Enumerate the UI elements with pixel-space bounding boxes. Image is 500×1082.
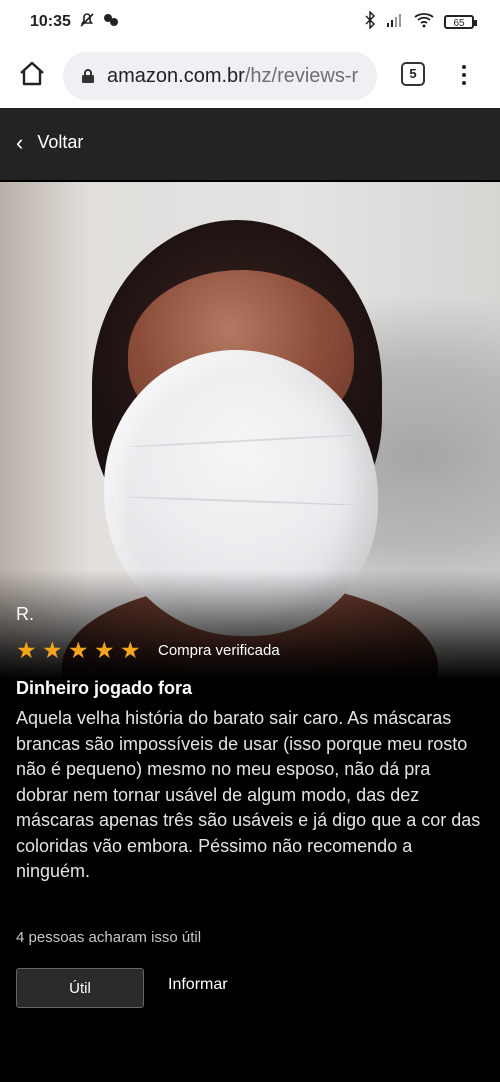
url-path: /hz/reviews-r [244,64,359,87]
helpful-count-text: 4 pessoas acharam isso útil [16,929,202,946]
star-icon: ★ [68,637,89,663]
url-domain: amazon.com.br [107,64,245,87]
url-text: amazon.com.br/hz/reviews-r [107,65,358,88]
photo-gradient-overlay [0,570,500,680]
top-navigation: ‹ Voltar [0,108,500,182]
review-body: Aquela velha história do barato sair car… [16,708,481,881]
helpful-button[interactable]: Útil [16,968,144,1008]
bluetooth-icon [364,9,376,34]
back-link[interactable]: ‹ Voltar [16,129,84,155]
wifi-icon [414,12,434,33]
address-bar[interactable]: amazon.com.br/hz/reviews-r [63,52,377,100]
signal-icon [386,12,404,33]
report-link[interactable]: Informar [168,976,228,994]
status-left: 10:35 [30,12,119,33]
review-title: Dinheiro jogado fora [16,678,193,698]
star-icon: ★ [16,637,37,663]
browser-toolbar: amazon.com.br/hz/reviews-r 5 [0,44,500,108]
helpful-button-label: Útil [69,979,91,997]
menu-dot-icon [462,73,466,77]
reviewer-name: R. [16,604,34,624]
overflow-menu-button[interactable] [456,61,472,89]
app-notification-icon [103,12,119,33]
home-button[interactable] [17,59,47,89]
mask-fold [128,434,354,448]
star-icon: ★ [42,637,63,663]
status-bar: 10:35 65 [0,0,500,44]
verified-purchase-label: Compra verificada [158,641,280,659]
battery-indicator: 65 [444,15,477,29]
status-time: 10:35 [30,13,71,30]
lock-icon [82,69,94,83]
mute-icon [79,12,95,33]
status-right: 65 [364,9,477,34]
back-label: Voltar [37,132,84,152]
home-icon [20,61,44,86]
chevron-left-icon: ‹ [16,129,24,155]
star-icon: ★ [94,637,115,663]
rating-row: ★ ★ ★ ★ ★ Compra verificada [16,637,280,663]
tabs-button[interactable]: 5 [401,62,425,86]
menu-dot-icon [462,81,466,85]
star-icon: ★ [120,637,141,663]
review-photo[interactable] [0,182,500,680]
menu-dot-icon [462,65,466,69]
mask-fold [128,496,354,506]
